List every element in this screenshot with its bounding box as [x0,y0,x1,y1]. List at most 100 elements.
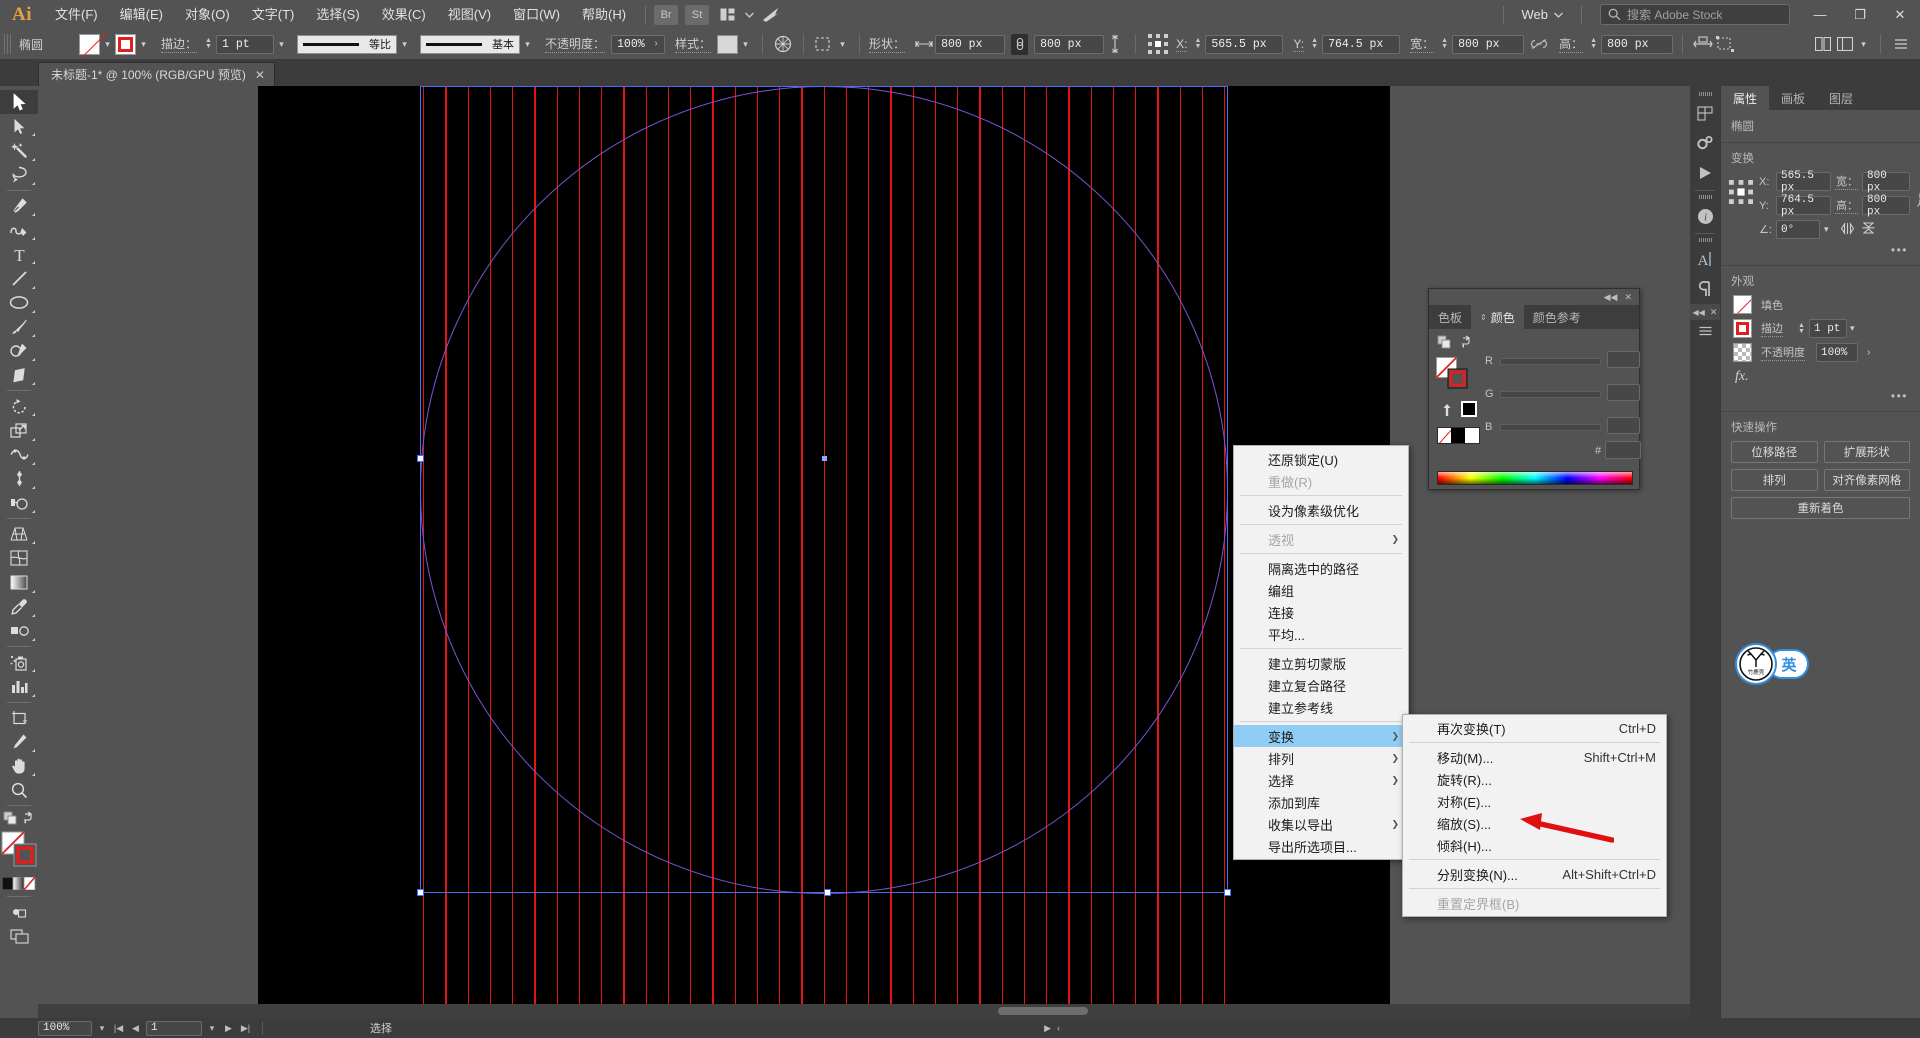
shaper-tool[interactable] [0,339,38,363]
document-layout-chevron-icon[interactable]: ▾ [1856,34,1871,55]
next-page-icon[interactable]: ▶ [220,1020,237,1037]
status-collapse-icon[interactable]: ‹ [1057,1023,1060,1033]
close-icon[interactable]: ✕ [1624,292,1632,303]
transform-handles-icon[interactable] [1714,33,1736,55]
pen-tool[interactable] [0,194,38,218]
props-x-field[interactable]: 565.5 px [1776,172,1831,191]
appearance-fill-swatch[interactable] [1733,295,1752,314]
character-icon[interactable]: A [1690,244,1720,274]
props-y-field[interactable]: 764.5 px [1776,196,1831,215]
artboard[interactable] [258,86,1390,1018]
tab-color-guide[interactable]: 颜色参考 [1524,305,1590,329]
context-menu-item[interactable]: 选择❯ [1234,769,1408,791]
context-menu-item[interactable]: 隔离选中的路径 [1234,557,1408,579]
context-menu-item[interactable]: 建立参考线 [1234,696,1408,718]
stroke-profile-chevron-icon[interactable]: ▾ [397,34,412,55]
context-menu-item[interactable]: 添加到库 [1234,791,1408,813]
props-w-field[interactable]: 800 px [1862,172,1910,191]
channel-g-value[interactable] [1607,384,1640,401]
context-menu-item[interactable]: 平均... [1234,623,1408,645]
appearance-more-options[interactable]: ••• [1721,385,1920,403]
stroke-profile-select[interactable]: 等比 [297,35,397,54]
cp-default-colors-icon[interactable] [1440,403,1454,420]
chevron-down-icon[interactable] [738,5,760,25]
y-stepper[interactable]: ▲▼ [1309,35,1320,54]
context-menu-item[interactable]: 导出所选项目... [1234,835,1408,857]
line-segment-tool[interactable] [0,266,38,290]
context-menu[interactable]: 还原锁定(U)重做(R)设为像素级优化透视❯隔离选中的路径编组连接平均...建立… [1233,445,1409,860]
workspace-switcher[interactable]: Web [1512,7,1574,22]
color-mode-group[interactable] [0,873,38,893]
cp-fill-stroke-indicator[interactable] [1436,357,1468,392]
ime-widget[interactable]: 竹鹿壳 英 [1735,643,1809,685]
submenu-item[interactable]: 缩放(S)... [1403,812,1666,834]
panel-menu-icon[interactable] [1690,320,1720,342]
flip-horizontal-icon[interactable] [1841,222,1857,238]
document-tab-close-icon[interactable]: ✕ [255,68,265,82]
lasso-tool[interactable] [0,163,38,187]
paragraph-icon[interactable] [1690,274,1720,304]
zoom-chevron-icon[interactable]: ▾ [94,1023,110,1034]
rotate-tool[interactable] [0,394,38,418]
h-field[interactable]: 800 px [1601,35,1673,54]
cp-fill-stroke-mini[interactable] [1437,335,1477,354]
ellipse-path[interactable] [420,86,1228,894]
quick-action-recolor[interactable]: 重新着色 [1731,497,1910,519]
cp-swatch-white[interactable] [1465,428,1479,443]
horizontal-scroll-thumb[interactable] [998,1007,1088,1015]
channel-b-value[interactable] [1607,417,1640,434]
tab-layers[interactable]: 图层 [1817,86,1865,110]
libraries-icon[interactable] [1690,98,1720,128]
menu-select[interactable]: 选择(S) [305,0,370,29]
appearance-fx-button[interactable]: fx. [1721,367,1920,385]
submenu-item[interactable]: 再次变换(T)Ctrl+D [1403,717,1666,739]
align-chevron-icon[interactable]: ▾ [835,34,850,55]
artboard-number-field[interactable]: 1 [146,1021,202,1036]
collapse-panel-icon[interactable]: ◀◀ [1693,308,1705,317]
properties-reference-point-icon[interactable] [1729,172,1753,207]
graphic-style-swatch[interactable] [717,35,738,54]
free-transform-tool[interactable] [0,467,38,491]
scale-tool[interactable] [0,418,38,442]
appearance-stroke-chevron-icon[interactable]: ▾ [1850,323,1855,334]
ime-logo[interactable]: 竹鹿壳 [1735,643,1777,685]
submenu-item[interactable]: 分别变换(N)...Alt+Shift+Ctrl+D [1403,863,1666,885]
stroke-weight-field[interactable]: 1 pt [216,35,274,54]
mesh-tool[interactable] [0,546,38,570]
appearance-opacity-swatch[interactable] [1733,343,1752,362]
rail-grip-2[interactable] [1690,193,1720,201]
change-screen-mode-icon[interactable] [0,924,38,948]
props-h-field[interactable]: 800 px [1862,196,1910,215]
y-field[interactable]: 764.5 px [1322,35,1400,54]
shape-builder-tool[interactable] [0,491,38,515]
slice-tool[interactable] [0,730,38,754]
quick-action-arrange[interactable]: 排列 [1731,469,1818,491]
appearance-stroke-weight-field[interactable]: 1 pt [1809,319,1847,338]
quick-action-offset-path[interactable]: 位移路径 [1731,441,1818,463]
transform-submenu[interactable]: 再次变换(T)Ctrl+D移动(M)...Shift+Ctrl+M旋转(R)..… [1402,714,1667,917]
zoom-tool[interactable] [0,778,38,802]
unlink-proportions-icon[interactable] [1528,33,1550,55]
stroke-weight-chevron-icon[interactable]: ▾ [274,34,289,55]
appearance-stroke-stepper[interactable]: ▲▼ [1796,319,1807,338]
window-close-button[interactable]: ✕ [1880,0,1920,29]
prev-page-icon[interactable]: ◀ [127,1020,144,1037]
stroke-swatch-control[interactable] [115,34,136,55]
control-bar-grip[interactable] [4,34,13,54]
fill-stroke-indicator[interactable] [0,829,38,873]
appearance-stroke-swatch[interactable] [1733,319,1752,338]
context-menu-item[interactable]: 设为像素级优化 [1234,499,1408,521]
zoom-level-field[interactable]: 100% [38,1021,92,1036]
context-menu-item[interactable]: 变换❯ [1234,725,1408,747]
tab-color[interactable]: ⇕ 颜色 [1471,305,1524,329]
adobe-stock-search[interactable]: 搜索 Adobe Stock [1600,4,1790,25]
close-panel-icon[interactable]: ✕ [1710,307,1718,318]
transform-more-options[interactable]: ••• [1721,239,1920,257]
hex-value-field[interactable] [1605,441,1641,459]
artboard-tool[interactable] [0,706,38,730]
selection-tool[interactable] [0,90,38,114]
quick-action-expand-shape[interactable]: 扩展形状 [1824,441,1911,463]
symbol-sprayer-tool[interactable] [0,650,38,674]
brush-chevron-icon[interactable]: ▾ [520,34,535,55]
cp-swatch-black[interactable] [1451,428,1465,443]
